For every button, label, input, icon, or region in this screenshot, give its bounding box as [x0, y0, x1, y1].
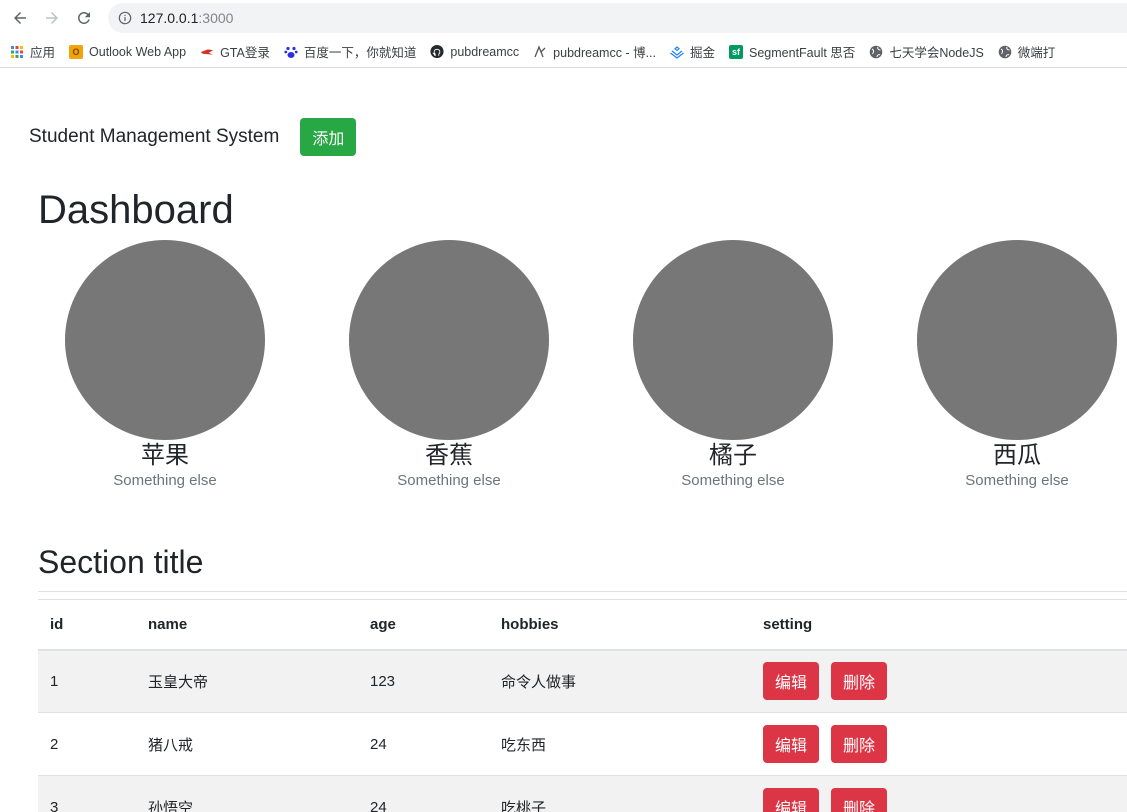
bookmark-apps[interactable]: 应用 [10, 42, 55, 61]
delete-button[interactable]: 删除 [831, 725, 888, 763]
bookmark-label: 百度一下，你就知道 [303, 46, 417, 60]
delete-button[interactable]: 删除 [831, 662, 888, 701]
url-host: 127.0.0.1 [140, 10, 199, 26]
column-header-id: id [38, 599, 136, 651]
cell-name: 猪八戒 [136, 712, 358, 776]
sf-icon: sf [729, 44, 744, 59]
students-table: id name age hobbies setting 1 玉皇大帝 123 命… [38, 599, 1127, 812]
add-button[interactable]: 添加 [300, 118, 357, 156]
arrow-right-icon [46, 12, 58, 24]
card-subtitle: Something else [965, 472, 1069, 489]
column-header-setting: setting [751, 599, 1127, 651]
globe-icon [998, 45, 1012, 59]
bookmark-gta[interactable]: GTA登录 [200, 42, 270, 61]
forward-button[interactable] [40, 6, 64, 30]
bookmark-nodejs[interactable]: 七天学会NodeJS [869, 42, 984, 61]
bookmark-label: GTA登录 [220, 46, 270, 60]
card-subtitle: Something else [681, 472, 785, 489]
bookmark-label: 七天学会NodeJS [889, 46, 984, 60]
card-title: 苹果 [141, 442, 189, 469]
juejin-icon [670, 45, 684, 59]
bookmark-baidu[interactable]: 百度一下，你就知道 [284, 42, 417, 61]
section-divider [38, 591, 1127, 592]
card-title: 香蕉 [425, 442, 473, 469]
cell-setting: 编辑 删除 [751, 712, 1127, 776]
bookmark-label: Outlook Web App [89, 44, 187, 59]
table-header-row: id name age hobbies setting [38, 599, 1127, 651]
url-port: :3000 [198, 10, 234, 26]
column-header-name: name [136, 599, 358, 651]
cell-age: 123 [358, 649, 489, 713]
section-title: Section title [38, 544, 204, 580]
cell-id: 3 [38, 775, 136, 812]
bookmark-label: 微端打 [1017, 46, 1056, 60]
cell-age: 24 [358, 712, 489, 776]
cell-name: 孙悟空 [136, 775, 358, 812]
navbar-brand[interactable]: Student Management System [29, 126, 279, 148]
dashboard-title: Dashboard [38, 188, 234, 232]
back-button[interactable] [8, 6, 32, 30]
dashboard-card: 苹果 Something else [65, 240, 265, 491]
address-bar[interactable]: 127.0.0.1:3000 [108, 3, 1127, 33]
column-header-age: age [358, 599, 489, 651]
cell-id: 2 [38, 712, 136, 776]
bookmark-github[interactable]: pubdreamcc [430, 45, 519, 59]
baidu-paw-icon [284, 45, 298, 59]
card-subtitle: Something else [397, 472, 501, 489]
table-row: 1 玉皇大帝 123 命令人做事 编辑 删除 [38, 649, 1127, 713]
delete-button[interactable]: 删除 [831, 788, 888, 812]
card-placeholder-image [65, 240, 265, 440]
bookmark-weiduan[interactable]: 微端打 [998, 42, 1056, 61]
cell-hobbies: 命令人做事 [489, 649, 751, 713]
cell-age: 24 [358, 775, 489, 812]
bookmarks-bar: 应用 O Outlook Web App GTA登录 百度一下，你就知道 pub… [0, 36, 1127, 68]
bookmark-label: 应用 [30, 46, 56, 60]
cell-hobbies: 吃东西 [489, 712, 751, 776]
card-title: 橘子 [709, 442, 757, 469]
dashboard-card: 西瓜 Something else [917, 240, 1117, 491]
table-row: 2 猪八戒 24 吃东西 编辑 删除 [38, 712, 1127, 776]
gta-icon [200, 45, 214, 59]
edit-button[interactable]: 编辑 [763, 725, 820, 763]
url-text[interactable]: 127.0.0.1:3000 [140, 10, 233, 26]
apps-grid-icon [10, 45, 24, 59]
bookmark-label: pubdreamcc - 博... [553, 46, 656, 60]
reload-icon [77, 11, 90, 24]
bookmark-label: pubdreamcc [450, 44, 520, 59]
cell-id: 1 [38, 649, 136, 713]
bookmark-juejin[interactable]: 掘金 [670, 42, 715, 61]
card-subtitle: Something else [113, 472, 217, 489]
bookmark-outlook[interactable]: O Outlook Web App [69, 44, 187, 59]
github-icon [430, 44, 444, 59]
dashboard-card: 橘子 Something else [633, 240, 833, 491]
cell-setting: 编辑 删除 [751, 649, 1127, 713]
info-icon[interactable] [118, 11, 132, 25]
cell-hobbies: 吃桃子 [489, 775, 751, 812]
card-placeholder-image [917, 240, 1117, 440]
card-placeholder-image [349, 240, 549, 440]
blog-icon [533, 44, 547, 59]
arrow-left-icon [14, 12, 26, 24]
outlook-icon: O [69, 44, 84, 59]
edit-button[interactable]: 编辑 [763, 662, 820, 701]
bookmark-label: SegmentFault 思否 [749, 46, 856, 60]
bookmark-label: 掘金 [690, 46, 716, 60]
dashboard-card: 香蕉 Something else [349, 240, 549, 491]
edit-button[interactable]: 编辑 [763, 788, 820, 812]
browser-toolbar: 127.0.0.1:3000 [0, 0, 1127, 36]
table-row: 3 孙悟空 24 吃桃子 编辑 删除 [38, 775, 1127, 812]
cell-setting: 编辑 删除 [751, 775, 1127, 812]
column-header-hobbies: hobbies [489, 599, 751, 651]
card-title: 西瓜 [993, 442, 1041, 469]
page-navbar: Student Management System 添加 [29, 118, 357, 156]
bookmark-blog[interactable]: pubdreamcc - 博... [533, 42, 656, 61]
globe-icon [869, 45, 883, 59]
card-placeholder-image [633, 240, 833, 440]
cell-name: 玉皇大帝 [136, 649, 358, 713]
reload-button[interactable] [72, 6, 96, 30]
bookmark-segmentfault[interactable]: sf SegmentFault 思否 [729, 42, 855, 61]
